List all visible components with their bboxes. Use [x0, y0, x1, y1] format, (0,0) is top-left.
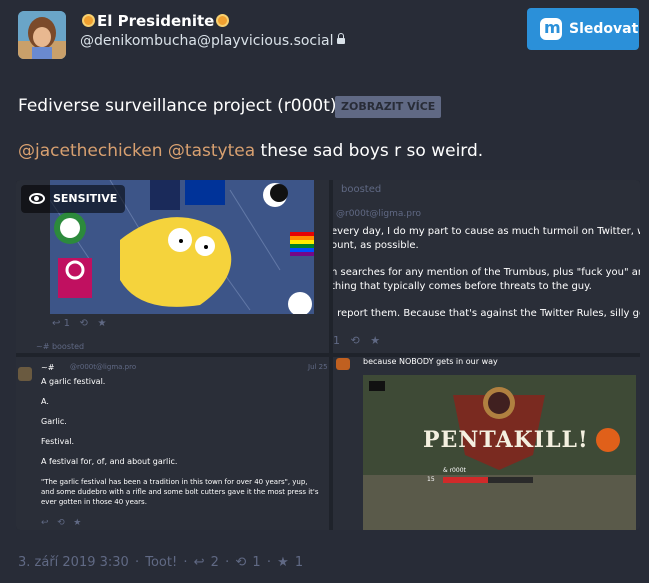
tile-handle: @r000t@ligma.pro	[70, 363, 137, 371]
custom-emoji-icon	[216, 14, 230, 27]
tile-text-line: ount, as possible.	[333, 240, 419, 251]
separator: ·	[134, 555, 140, 570]
tile-text-line: "The garlic festival has been a traditio…	[41, 478, 319, 506]
game-screenshot: PENTAKILL! & r000t 15	[363, 375, 636, 530]
lock-icon	[337, 33, 346, 44]
mention-link[interactable]: @jacethechicken	[18, 141, 163, 161]
tile-text-line: I report them. Because that's against th…	[333, 308, 640, 319]
pentakill-banner: PENTAKILL!	[423, 427, 589, 453]
reply-icon: ↩	[52, 318, 61, 329]
tile-action-bar: 1 ⟲ ★	[333, 334, 380, 347]
custom-emoji-icon	[82, 14, 95, 27]
tile-text-line: every day, I do my part to cause as much…	[333, 226, 640, 237]
tile-text-line: n searches for any mention of the Trumbu…	[333, 267, 640, 278]
sensitive-toggle[interactable]: SENSITIVE	[21, 185, 126, 213]
tile-action-bar: ↩ ⟲ ★	[41, 518, 81, 528]
reply-count: 2	[210, 555, 219, 570]
boosted-note: ~# boosted	[36, 342, 85, 351]
star-icon: ★	[97, 318, 107, 329]
tile-text-line: Garlic.	[41, 417, 67, 426]
separator: ·	[183, 555, 188, 570]
media-item[interactable]: SENSITIVE ↩ 1 ⟲ ★ ~# boosted	[16, 180, 329, 353]
tile-caption: because NOBODY gets in our way	[363, 357, 498, 366]
avatar	[336, 358, 350, 370]
reply-icon: ↩	[41, 518, 49, 528]
status-content: @jacethechicken @tastytea these sad boys…	[18, 141, 483, 161]
boost-icon: ⟲	[57, 518, 65, 528]
avatar[interactable]	[18, 11, 66, 59]
separator: ·	[266, 555, 271, 570]
media-item[interactable]: boosted @r000t@ligma.pro every day, I do…	[333, 180, 640, 353]
status-text: these sad boys r so weird.	[260, 141, 484, 161]
follow-button[interactable]: Sledovat	[527, 7, 639, 50]
player-name: & r000t	[443, 467, 466, 474]
reply-icon[interactable]: ↩	[194, 555, 205, 570]
status-footer: 3. září 2019 3:30 · Toot! · ↩ 2 · ⟲ 1 · …	[18, 555, 305, 570]
mention-link[interactable]: @tastytea	[168, 141, 255, 161]
player-level: 15	[427, 476, 435, 483]
star-icon[interactable]: ★	[277, 555, 289, 570]
app-name[interactable]: Toot!	[145, 555, 177, 570]
avatar	[18, 367, 32, 381]
boost-icon[interactable]: ⟲	[235, 555, 246, 570]
media-gallery: SENSITIVE ↩ 1 ⟲ ★ ~# boosted boosted @r0…	[16, 180, 640, 530]
fav-count: 1	[294, 555, 304, 570]
media-item[interactable]: because NOBODY gets in our way PENTAKILL…	[333, 357, 640, 530]
reply-count: 1	[63, 318, 70, 329]
tile-text-line: Festival.	[41, 437, 75, 446]
separator: ·	[225, 555, 230, 570]
tile-text-line: A.	[41, 397, 49, 406]
tile-name: ~#	[41, 363, 55, 372]
star-icon: ★	[73, 518, 82, 528]
tile-handle: @r000t@ligma.pro	[336, 209, 421, 219]
reply-count: 1	[333, 334, 340, 347]
content-warning-text: Fediverse surveillance project (r000t)	[18, 96, 337, 116]
boost-count: 1	[252, 555, 261, 570]
tile-text-line: thing that typically comes before threat…	[333, 281, 592, 292]
tile-action-bar: ↩ 1 ⟲ ★	[52, 318, 106, 329]
eye-icon	[29, 193, 45, 204]
account-handle[interactable]: @denikombucha@playvicious.social	[80, 33, 346, 49]
boost-icon: ⟲	[350, 334, 360, 347]
tile-date: Jul 25	[308, 363, 328, 371]
display-name[interactable]: El Presidenite	[80, 12, 231, 30]
tile-text-line: A festival for, of, and about garlic.	[41, 457, 178, 466]
boost-icon: ⟲	[79, 318, 88, 329]
media-item[interactable]: ~# @r000t@ligma.pro Jul 25 A garlic fest…	[16, 357, 329, 530]
status-header: El Presidenite @denikombucha@playvicious…	[0, 0, 649, 64]
star-icon: ★	[370, 334, 381, 347]
status-date[interactable]: 3. září 2019 3:30	[18, 555, 129, 570]
mastodon-icon	[540, 7, 562, 49]
tile-text-line: A garlic festival.	[41, 377, 106, 386]
boosted-label: boosted	[341, 184, 382, 195]
show-more-button[interactable]: ZOBRAZIT VÍCE	[335, 96, 442, 118]
